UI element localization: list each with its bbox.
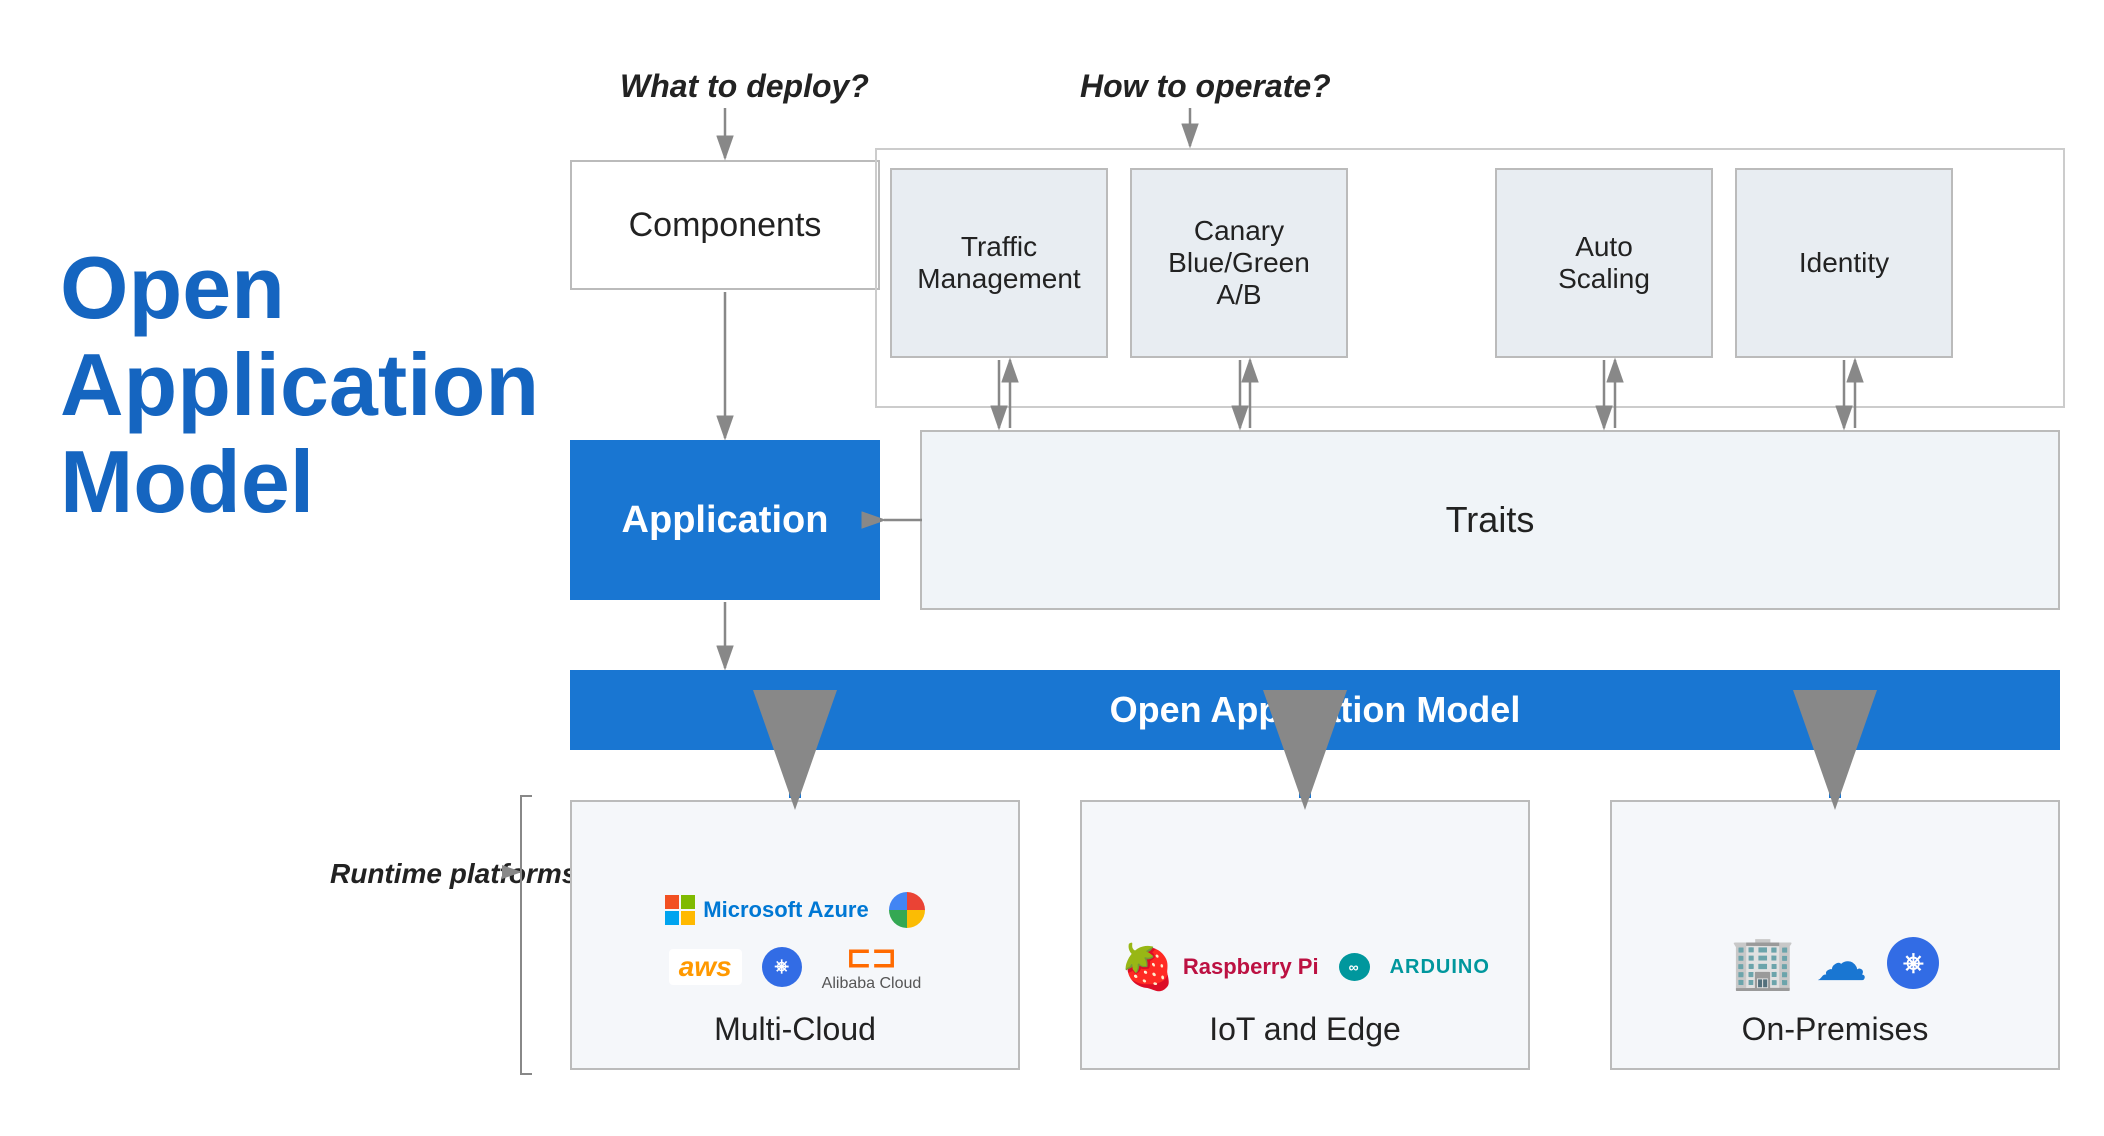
arduino-icon: ∞ [1339,953,1370,981]
box-identity: Identity [1735,168,1953,358]
google-cloud-icon [889,892,925,928]
box-iot: 🍓 Raspberry Pi ∞ ARDUINO IoT and Edge [1080,800,1530,1070]
alibaba-cloud-icon: ⊏⊐ Alibaba Cloud [822,940,922,993]
runtime-bracket [520,795,532,1075]
building-icon: 🏢 [1731,932,1796,993]
onpremises-label: On-Premises [1742,1011,1929,1048]
aws-icon: aws [669,949,742,985]
page-title: Open Application Model [60,240,480,530]
k8s-helm-icon: ⎈ [1887,937,1939,989]
ms-logo-icon [665,895,695,925]
box-onpremises: 🏢 ☁ ⎈ On-Premises [1610,800,2060,1070]
cloud-icon: ☁ [1815,933,1867,993]
bar-oam: Open Application Model [570,670,2060,750]
box-components: Components [570,160,880,290]
label-runtime-platforms: Runtime platforms [330,858,577,890]
box-multicloud: Microsoft Azure aws ⎈ ⊏⊐ Alibaba Cloud M… [570,800,1020,1070]
raspberry-pi-icon: 🍓 Raspberry Pi [1120,941,1319,993]
diagram-container: Open Application Model What to deploy? H… [0,0,2104,1136]
box-traits: Traits [920,430,2060,610]
microsoft-azure-icon: Microsoft Azure [665,895,868,925]
box-traffic-management: Traffic Management [890,168,1108,358]
iot-label: IoT and Edge [1209,1011,1401,1048]
multicloud-label: Multi-Cloud [714,1011,876,1048]
box-application: Application [570,440,880,600]
box-auto-scaling: Auto Scaling [1495,168,1713,358]
label-what-to-deploy: What to deploy? [620,68,869,105]
box-canary: Canary Blue/Green A/B [1130,168,1348,358]
label-how-to-operate: How to operate? [1080,68,1331,105]
kubernetes-icon: ⎈ [762,947,802,987]
